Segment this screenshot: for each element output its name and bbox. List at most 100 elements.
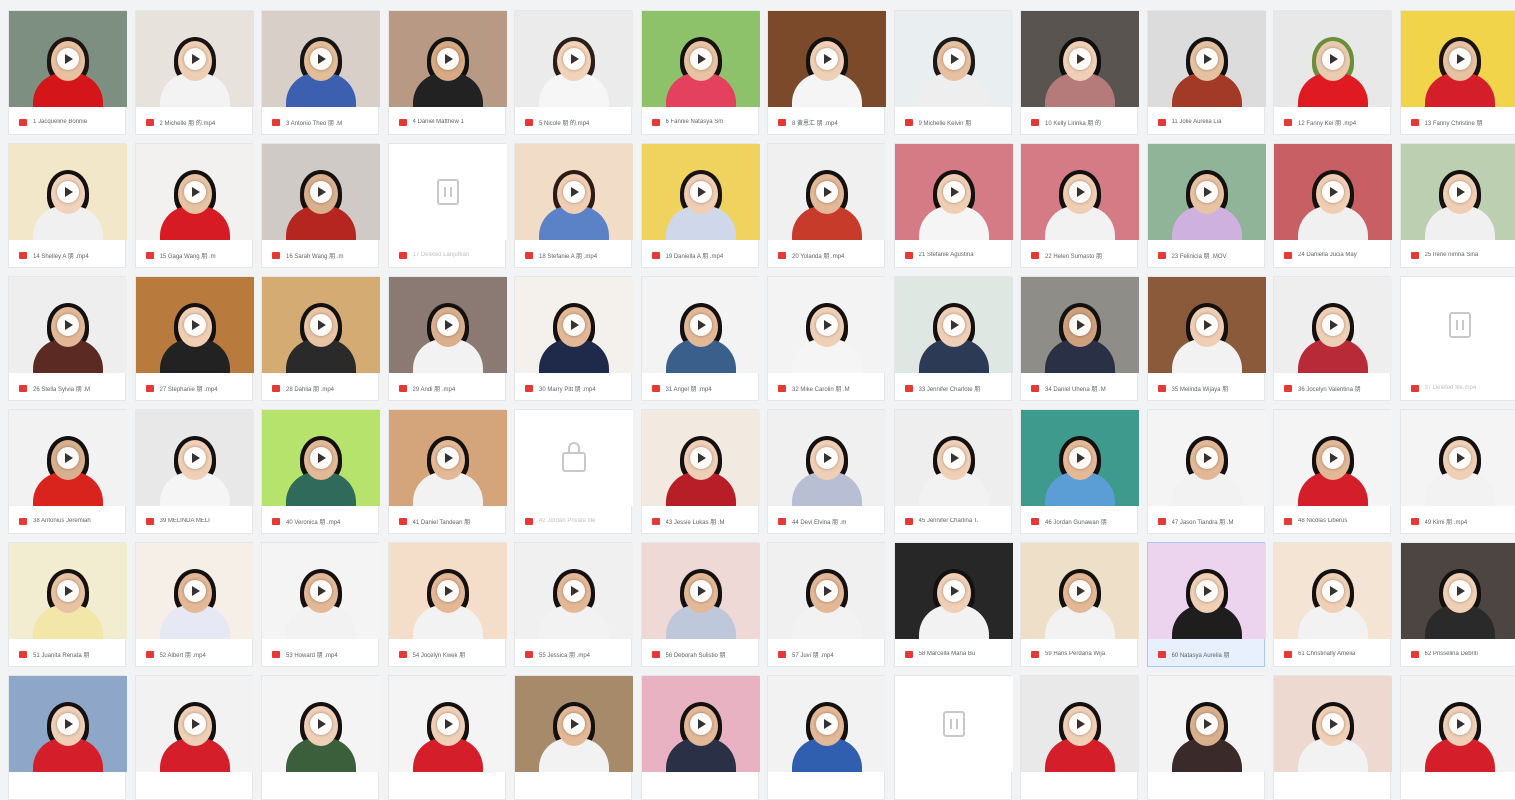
- video-thumbnail[interactable]: [136, 543, 254, 639]
- video-thumbnail[interactable]: [895, 676, 1013, 772]
- video-file-tile[interactable]: 31 Angel 朋 .mp4: [641, 276, 759, 401]
- video-thumbnail[interactable]: [262, 676, 380, 772]
- video-file-tile[interactable]: 59 Hans Perdana Wija: [1020, 542, 1138, 667]
- video-thumbnail[interactable]: [1401, 11, 1515, 107]
- play-icon[interactable]: [1069, 447, 1091, 469]
- video-thumbnail[interactable]: [768, 144, 886, 240]
- video-file-tile[interactable]: [1147, 675, 1265, 800]
- video-file-tile[interactable]: [8, 675, 126, 800]
- video-file-tile[interactable]: 6 Fannie Natasya Sm: [641, 10, 759, 135]
- video-thumbnail[interactable]: [1274, 11, 1392, 107]
- play-icon[interactable]: [310, 48, 332, 70]
- video-thumbnail[interactable]: [895, 543, 1013, 639]
- video-file-tile[interactable]: 45 Jennifer Charlina T.: [894, 409, 1012, 534]
- video-thumbnail[interactable]: [642, 11, 760, 107]
- play-icon[interactable]: [184, 713, 206, 735]
- video-file-tile[interactable]: 60 Natasya Aurelia 朋: [1147, 542, 1265, 667]
- play-icon[interactable]: [690, 181, 712, 203]
- video-file-tile[interactable]: 56 Deborah Sulistio 朋: [641, 542, 759, 667]
- video-file-tile[interactable]: 4 Daniel Matthew 1: [388, 10, 506, 135]
- play-icon[interactable]: [563, 713, 585, 735]
- play-icon[interactable]: [1322, 48, 1344, 70]
- video-file-tile[interactable]: 32 Mike Carolin 朋 .M: [767, 276, 885, 401]
- video-file-tile[interactable]: [894, 675, 1012, 800]
- video-thumbnail[interactable]: [1274, 144, 1392, 240]
- video-file-tile[interactable]: 39 MELINDA MELI: [135, 409, 253, 534]
- play-icon[interactable]: [943, 48, 965, 70]
- video-thumbnail[interactable]: [1021, 410, 1139, 506]
- video-file-tile[interactable]: 22 Helen Sumasto 朋: [1020, 143, 1138, 268]
- play-icon[interactable]: [1449, 447, 1471, 469]
- video-file-tile[interactable]: 16 Sarah Wang 朋 .m: [261, 143, 379, 268]
- video-thumbnail[interactable]: [1148, 543, 1266, 639]
- video-file-tile[interactable]: 5 Nicole 朋 的.mp4: [514, 10, 632, 135]
- play-icon[interactable]: [310, 181, 332, 203]
- video-file-tile[interactable]: 55 Jessica 朋 .mp4: [514, 542, 632, 667]
- play-icon[interactable]: [310, 447, 332, 469]
- play-icon[interactable]: [184, 447, 206, 469]
- video-thumbnail[interactable]: [262, 11, 380, 107]
- video-thumbnail[interactable]: [515, 144, 633, 240]
- video-thumbnail[interactable]: [768, 410, 886, 506]
- video-thumbnail[interactable]: [262, 543, 380, 639]
- video-file-tile[interactable]: 35 Melinda Wijaya 朋: [1147, 276, 1265, 401]
- video-file-tile[interactable]: [135, 675, 253, 800]
- video-file-tile[interactable]: 13 Fanny Christine 朋: [1400, 10, 1515, 135]
- video-thumbnail[interactable]: [389, 410, 507, 506]
- video-thumbnail[interactable]: [389, 676, 507, 772]
- video-file-tile[interactable]: 37 Deleted file.mp4: [1400, 276, 1515, 401]
- video-thumbnail[interactable]: [1021, 144, 1139, 240]
- play-icon[interactable]: [57, 314, 79, 336]
- video-file-tile[interactable]: 10 Kelly Lirinka 朋 的: [1020, 10, 1138, 135]
- video-file-tile[interactable]: 53 Howard 朋 .mp4: [261, 542, 379, 667]
- video-thumbnail[interactable]: [515, 543, 633, 639]
- play-icon[interactable]: [184, 181, 206, 203]
- video-file-tile[interactable]: 48 Nicolas Liberus: [1273, 409, 1391, 534]
- play-icon[interactable]: [943, 447, 965, 469]
- video-thumbnail[interactable]: [1148, 410, 1266, 506]
- video-file-tile[interactable]: 62 Prisselina Debriti: [1400, 542, 1515, 667]
- video-file-tile[interactable]: 14 Shelley A 朋 .mp4: [8, 143, 126, 268]
- video-thumbnail[interactable]: [136, 410, 254, 506]
- video-file-tile[interactable]: 23 Felinicia 朋 .MOV: [1147, 143, 1265, 268]
- video-file-tile[interactable]: 38 Antonius Jeremiah: [8, 409, 126, 534]
- video-thumbnail[interactable]: [262, 277, 380, 373]
- play-icon[interactable]: [690, 713, 712, 735]
- video-file-tile[interactable]: 47 Jason Tiandra 朋 .M: [1147, 409, 1265, 534]
- video-file-tile[interactable]: [1400, 675, 1515, 800]
- play-icon[interactable]: [1196, 314, 1218, 336]
- video-thumbnail[interactable]: [1401, 277, 1515, 373]
- play-icon[interactable]: [690, 48, 712, 70]
- play-icon[interactable]: [563, 314, 585, 336]
- video-file-tile[interactable]: 27 Stephanie 朋 .mp4: [135, 276, 253, 401]
- play-icon[interactable]: [1069, 314, 1091, 336]
- video-file-tile[interactable]: 30 Marry Pitt 朋 .mp4: [514, 276, 632, 401]
- video-thumbnail[interactable]: [136, 11, 254, 107]
- video-file-tile[interactable]: 44 Devi Elvina 朋 .m: [767, 409, 885, 534]
- video-file-tile[interactable]: 18 Stefanie A 朋 .mp4: [514, 143, 632, 268]
- video-file-tile[interactable]: 57 Juvi 朋 .mp4: [767, 542, 885, 667]
- play-icon[interactable]: [1322, 580, 1344, 602]
- video-file-tile[interactable]: [1020, 675, 1138, 800]
- play-icon[interactable]: [563, 580, 585, 602]
- play-icon[interactable]: [563, 181, 585, 203]
- video-file-tile[interactable]: 25 Irene nimna Sina: [1400, 143, 1515, 268]
- video-thumbnail[interactable]: [642, 144, 760, 240]
- play-icon[interactable]: [1449, 580, 1471, 602]
- video-thumbnail[interactable]: [9, 410, 127, 506]
- video-file-tile[interactable]: [514, 675, 632, 800]
- video-thumbnail[interactable]: [1274, 277, 1392, 373]
- play-icon[interactable]: [437, 314, 459, 336]
- play-icon[interactable]: [437, 713, 459, 735]
- video-thumbnail[interactable]: [768, 277, 886, 373]
- video-file-tile[interactable]: 8 黄恩汇 朋 .mp4: [767, 10, 885, 135]
- video-file-tile[interactable]: 1 Jacqueline Bonnie: [8, 10, 126, 135]
- play-icon[interactable]: [437, 447, 459, 469]
- play-icon[interactable]: [1069, 713, 1091, 735]
- video-file-tile[interactable]: 20 Yolanda 朋 .mp4: [767, 143, 885, 268]
- play-icon[interactable]: [437, 580, 459, 602]
- video-thumbnail[interactable]: [136, 144, 254, 240]
- play-icon[interactable]: [1322, 314, 1344, 336]
- video-thumbnail[interactable]: [1401, 543, 1515, 639]
- video-thumbnail[interactable]: [389, 277, 507, 373]
